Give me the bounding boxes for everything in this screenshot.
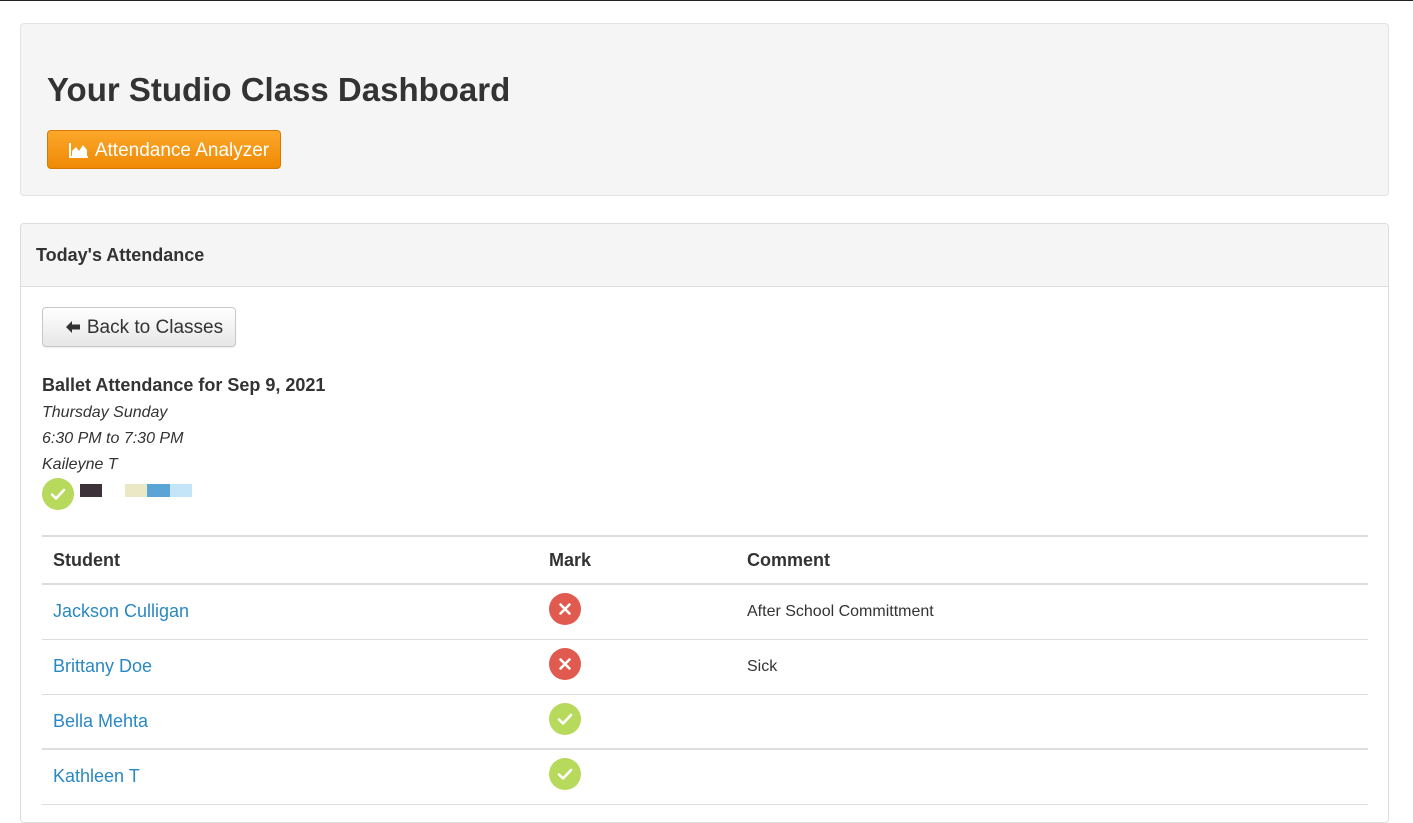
header-student: Student [42, 535, 538, 585]
back-to-classes-label: Back to Classes [86, 317, 224, 338]
student-link[interactable]: Bella Mehta [53, 711, 148, 731]
attendance-table: Student Mark Comment Jackson Culligan Af… [42, 535, 1368, 805]
header-comment: Comment [736, 535, 1368, 585]
class-time: 6:30 PM to 7:30 PM [42, 430, 184, 447]
color-swatch-3 [147, 484, 170, 497]
color-swatch-2 [125, 484, 147, 497]
comment-cell: After School Committment [736, 584, 1368, 640]
table-row: Kathleen T [42, 749, 1368, 805]
color-swatch-1 [80, 484, 102, 497]
panel-heading: Today's Attendance [21, 224, 1388, 287]
table-row: Jackson Culligan After School Committmen… [42, 584, 1368, 640]
class-teacher: Kaileyne T [42, 456, 118, 473]
student-link[interactable]: Jackson Culligan [53, 601, 189, 621]
header-mark: Mark [538, 535, 736, 585]
page-title: Your Studio Class Dashboard [47, 71, 511, 108]
student-link[interactable]: Kathleen T [53, 766, 140, 786]
color-swatch-4 [170, 484, 192, 497]
area-chart-icon [68, 134, 89, 171]
check-circle-icon [42, 478, 74, 510]
x-circle-icon[interactable] [549, 593, 581, 626]
table-row: Bella Mehta [42, 694, 1368, 750]
arrow-left-icon [65, 310, 81, 348]
check-circle-icon[interactable] [549, 758, 581, 791]
comment-cell [736, 749, 1368, 805]
class-status-row [42, 478, 202, 510]
x-circle-icon[interactable] [549, 648, 581, 680]
back-to-classes-button[interactable]: Back to Classes [42, 307, 236, 347]
dashboard-header: Your Studio Class Dashboard Attendance A… [20, 23, 1389, 196]
student-link[interactable]: Brittany Doe [53, 656, 152, 676]
check-circle-icon[interactable] [549, 702, 581, 735]
table-header-row: Student Mark Comment [42, 535, 1368, 585]
attendance-analyzer-label: Attendance Analyzer [94, 140, 270, 161]
todays-attendance-panel: Today's Attendance Back to Classes Balle… [20, 223, 1389, 823]
attendance-analyzer-button[interactable]: Attendance Analyzer [47, 130, 281, 169]
comment-cell [736, 694, 1368, 750]
comment-cell: Sick [736, 639, 1368, 695]
table-row: Brittany Doe Sick [42, 639, 1368, 695]
class-days: Thursday Sunday [42, 404, 168, 421]
class-title: Ballet Attendance for Sep 9, 2021 [42, 375, 326, 395]
